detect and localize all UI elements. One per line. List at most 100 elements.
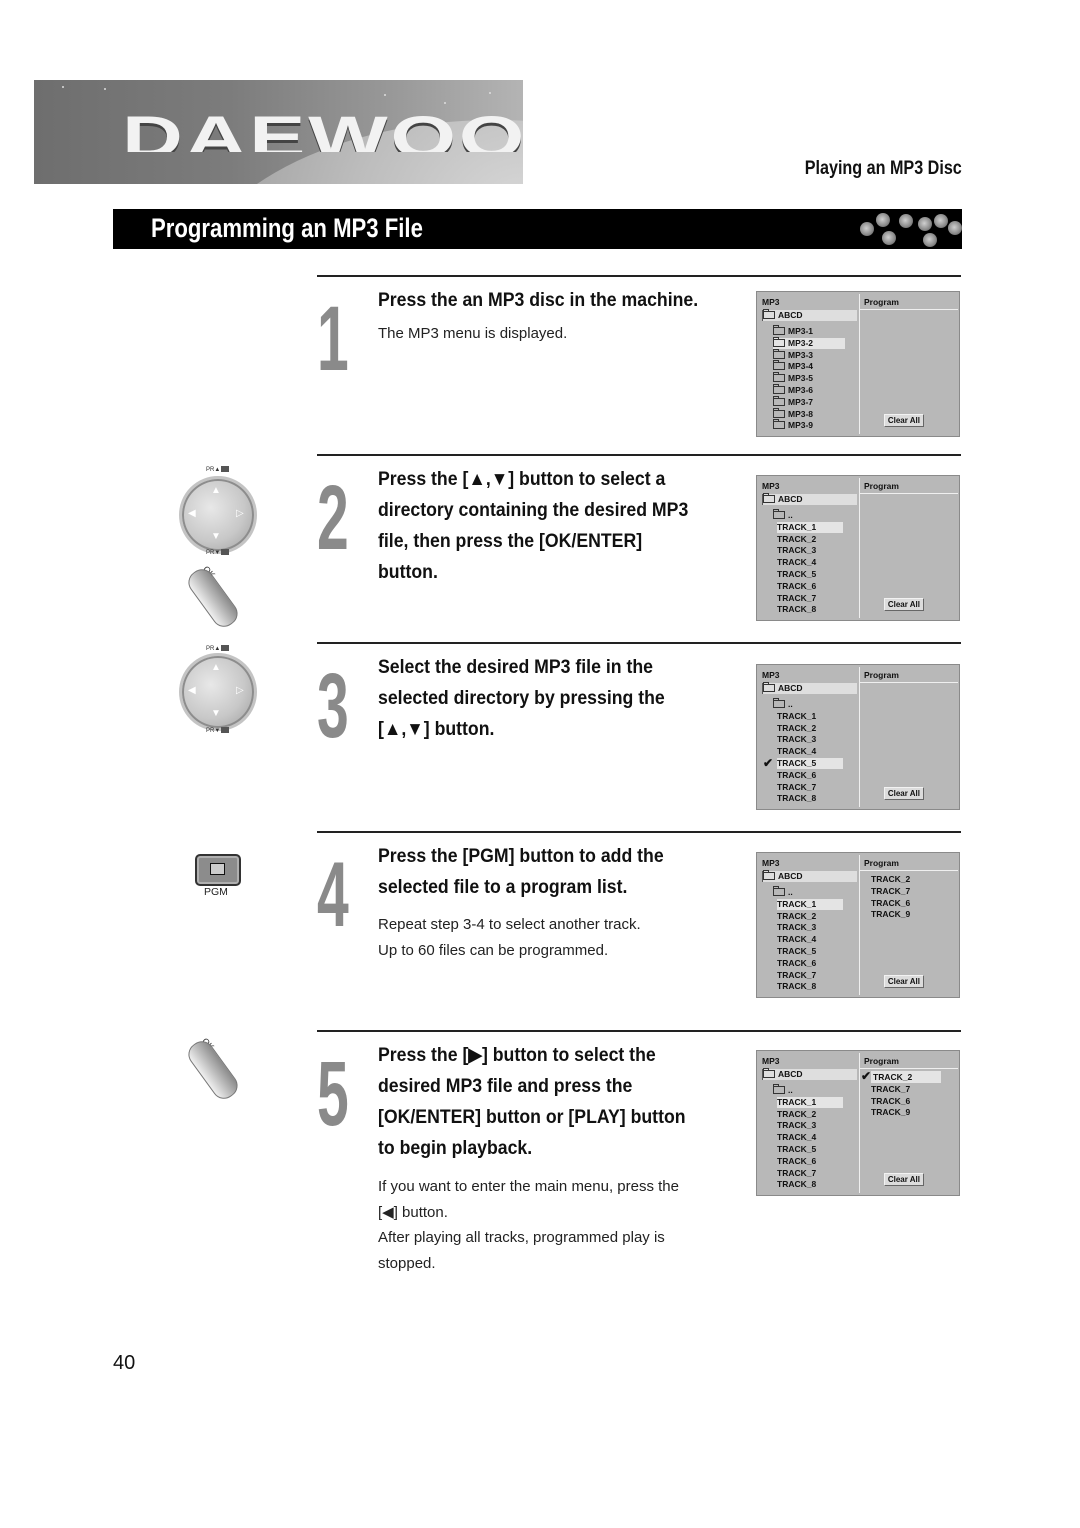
item-label: TRACK_5	[777, 946, 817, 956]
arrow-up-icon: ▲	[211, 662, 221, 673]
clear-all-button[interactable]: Clear All	[883, 975, 924, 988]
folder-item[interactable]: ..	[773, 698, 845, 710]
program-item[interactable]: TRACK_9	[871, 908, 910, 920]
root-folder[interactable]: ABCD	[762, 309, 857, 321]
clear-all-button[interactable]: Clear All	[883, 1173, 924, 1186]
folder-item[interactable]: ..	[773, 886, 845, 898]
track-item[interactable]: TRACK_7	[777, 782, 843, 793]
track-item[interactable]: TRACK_4	[777, 1132, 843, 1143]
step-body-line: After playing all tracks, programmed pla…	[378, 1229, 665, 1246]
track-item[interactable]: TRACK_4	[777, 557, 843, 568]
root-folder[interactable]: ABCD	[762, 682, 857, 694]
track-item[interactable]: TRACK_8	[777, 1179, 843, 1190]
program-panel-header: Program	[864, 670, 899, 680]
folder-item[interactable]: MP3-4	[773, 360, 845, 372]
track-item[interactable]: TRACK_1	[777, 521, 843, 533]
step-heading-line: file, then press the [OK/ENTER]	[378, 531, 643, 552]
track-item[interactable]: TRACK_7	[777, 970, 843, 981]
item-label: TRACK_1	[777, 898, 817, 909]
track-item[interactable]: TRACK_8	[777, 604, 843, 615]
program-item[interactable]: TRACK_9	[871, 1106, 910, 1118]
folder-item[interactable]: MP3-9	[773, 419, 845, 431]
step-heading-line: Press the [▶] button to select the	[378, 1045, 656, 1066]
mp3-file-panel: MP3 ABCD.. TRACK_1 TRACK_2 TRACK_3 TRACK_4 TRA…	[759, 1053, 860, 1193]
page-title: Programming an MP3 File	[151, 213, 423, 243]
program-item[interactable]: TRACK_2	[871, 1071, 941, 1083]
dpad-button[interactable]: ▲ ▼ ◀ ▷	[179, 476, 257, 554]
step-number: 4	[317, 844, 349, 946]
page-number: 40	[113, 1352, 136, 1374]
item-label: TRACK_4	[777, 1132, 817, 1143]
program-item[interactable]: TRACK_2	[871, 873, 910, 885]
dpad-button[interactable]: ▲ ▼ ◀ ▷	[179, 653, 257, 731]
arrow-down-icon: ▼	[211, 531, 221, 542]
track-item[interactable]: TRACK_8	[777, 793, 843, 804]
folder-item[interactable]: MP3-6	[773, 384, 845, 396]
track-item[interactable]: TRACK_2	[777, 911, 843, 922]
item-label: MP3-5	[788, 373, 814, 384]
track-item[interactable]: TRACK_2	[777, 1109, 843, 1120]
track-item[interactable]: TRACK_6	[777, 1156, 843, 1167]
pr-down-text: PR▼	[206, 728, 221, 734]
track-item[interactable]: TRACK_6	[777, 770, 843, 781]
folder-icon	[773, 407, 785, 418]
clear-all-button[interactable]: Clear All	[883, 414, 924, 427]
root-folder[interactable]: ABCD	[762, 493, 857, 505]
track-item[interactable]: TRACK_7	[777, 593, 843, 604]
track-item[interactable]: TRACK_7	[777, 1168, 843, 1179]
step-heading: Press the [PGM] button to add the selecte…	[378, 841, 704, 903]
folder-item[interactable]: MP3-5	[773, 372, 845, 384]
track-item[interactable]: TRACK_1	[777, 711, 843, 722]
folder-item[interactable]: MP3-7	[773, 395, 845, 408]
program-panel: Program Clear All	[860, 294, 958, 434]
track-item[interactable]: TRACK_5	[777, 758, 843, 769]
track-item[interactable]: TRACK_3	[777, 922, 843, 933]
track-item[interactable]: TRACK_5	[777, 1144, 843, 1155]
program-item[interactable]: TRACK_6	[871, 897, 910, 909]
folder-item[interactable]: MP3-2	[773, 336, 845, 349]
item-label: MP3-2	[788, 337, 814, 348]
program-item[interactable]: TRACK_7	[871, 1083, 910, 1095]
track-item[interactable]: TRACK_1	[777, 1096, 843, 1108]
item-label: TRACK_5	[777, 758, 817, 768]
track-item[interactable]: TRACK_1	[777, 898, 843, 910]
track-item[interactable]: TRACK_4	[777, 934, 843, 945]
folder-item[interactable]: MP3-8	[773, 407, 845, 420]
step-heading-line: selected directory by pressing the	[378, 688, 665, 709]
root-folder-label: ABCD	[778, 494, 803, 504]
program-item[interactable]: TRACK_6	[871, 1095, 910, 1107]
track-item[interactable]: TRACK_3	[777, 545, 843, 556]
folder-icon	[773, 348, 785, 359]
folder-item[interactable]: ..	[773, 509, 845, 521]
folder-icon	[763, 309, 775, 319]
track-item[interactable]: TRACK_3	[777, 1120, 843, 1131]
clear-all-button[interactable]: Clear All	[883, 787, 924, 800]
program-item[interactable]: TRACK_7	[871, 885, 910, 897]
folder-item[interactable]: MP3-3	[773, 348, 845, 361]
step-number: 3	[317, 655, 349, 757]
folder-item[interactable]: MP3-1	[773, 325, 845, 337]
root-folder-label: ABCD	[778, 310, 803, 320]
track-item[interactable]: TRACK_2	[777, 723, 843, 734]
track-item[interactable]: TRACK_4	[777, 746, 843, 757]
track-item[interactable]: TRACK_5	[777, 569, 843, 580]
item-label: TRACK_2	[777, 910, 817, 921]
folder-item[interactable]: ..	[773, 1084, 845, 1096]
track-item[interactable]: TRACK_2	[777, 534, 843, 545]
track-item[interactable]: TRACK_8	[777, 981, 843, 992]
step-body-line: Repeat step 3-4 to select another track.	[378, 916, 641, 933]
mp3-file-panel: MP3 ABCD.. TRACK_1 TRACK_2 TRACK_3 TRACK_4 TRA…	[759, 478, 860, 618]
item-label: TRACK_7	[777, 1167, 817, 1178]
track-item[interactable]: TRACK_6	[777, 958, 843, 969]
pgm-label: PGM	[204, 886, 228, 898]
track-item[interactable]: TRACK_6	[777, 581, 843, 592]
pgm-button[interactable]	[195, 854, 241, 886]
root-folder[interactable]: ABCD	[762, 1068, 857, 1080]
step-body-line: Up to 60 files can be programmed.	[378, 941, 609, 959]
clear-all-button[interactable]: Clear All	[883, 598, 924, 611]
track-item[interactable]: TRACK_5	[777, 946, 843, 957]
pr-down-label: PR▼	[206, 549, 230, 556]
root-folder[interactable]: ABCD	[762, 870, 857, 882]
program-panel-header: Program	[864, 1056, 899, 1066]
track-item[interactable]: TRACK_3	[777, 734, 843, 745]
